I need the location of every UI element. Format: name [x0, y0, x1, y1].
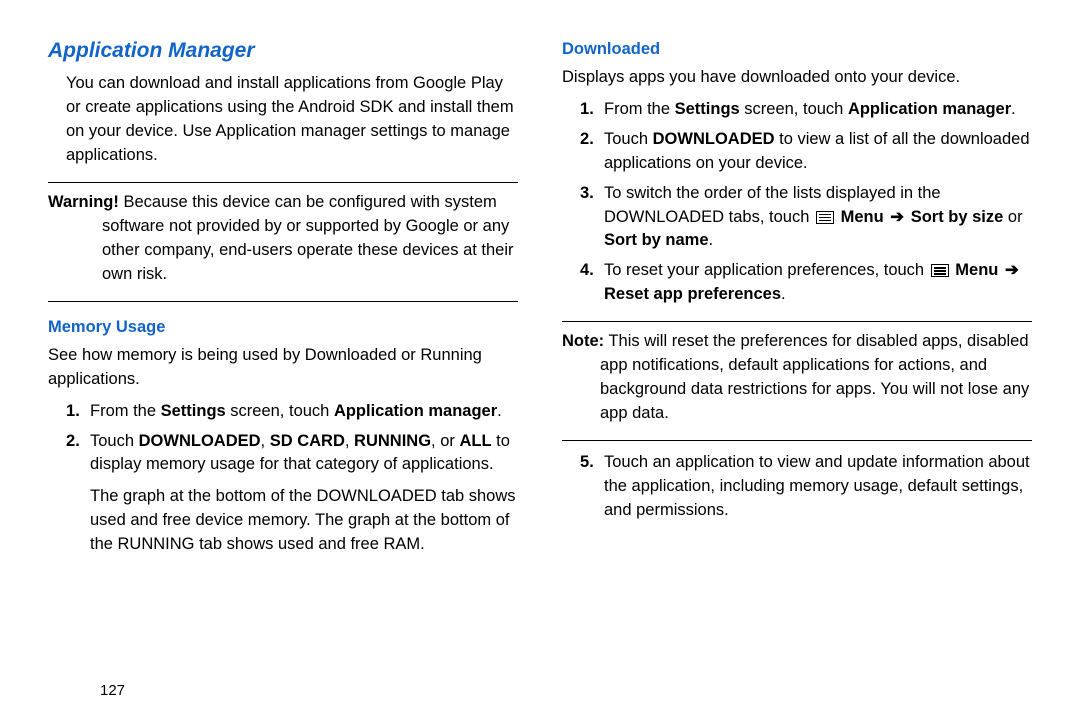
- step-item: Touch DOWNLOADED to view a list of all t…: [562, 128, 1032, 176]
- text: ,: [345, 432, 354, 450]
- text: Touch: [90, 432, 139, 450]
- bold-text: Menu: [841, 208, 884, 226]
- text: screen, touch: [226, 402, 334, 420]
- menu-icon: [931, 264, 949, 277]
- subheading-downloaded: Downloaded: [562, 38, 1032, 62]
- left-column: Application Manager You can download and…: [48, 36, 518, 702]
- downloaded-intro: Displays apps you have downloaded onto y…: [562, 66, 1032, 90]
- text: .: [497, 402, 502, 420]
- divider: [48, 301, 518, 302]
- step-item: Touch an application to view and update …: [562, 451, 1032, 523]
- bold-text: ALL: [459, 432, 491, 450]
- arrow-icon: ➔: [1003, 261, 1021, 279]
- bold-text: Settings: [675, 100, 740, 118]
- text: ,: [261, 432, 270, 450]
- bold-text: DOWNLOADED: [139, 432, 261, 450]
- step-extra-paragraph: The graph at the bottom of the DOWNLOADE…: [48, 485, 518, 557]
- text: .: [1011, 100, 1016, 118]
- downloaded-steps: From the Settings screen, touch Applicat…: [562, 98, 1032, 313]
- step-item: Touch DOWNLOADED, SD CARD, RUNNING, or A…: [48, 430, 518, 478]
- text: screen, touch: [740, 100, 848, 118]
- bold-text: DOWNLOADED: [653, 130, 775, 148]
- text: From the: [90, 402, 161, 420]
- step-item: From the Settings screen, touch Applicat…: [48, 400, 518, 424]
- bold-text: Application manager: [848, 100, 1011, 118]
- text: To reset your application preferences, t…: [604, 261, 929, 279]
- divider: [562, 440, 1032, 441]
- divider: [562, 321, 1032, 322]
- warning-block: Warning! Because this device can be conf…: [48, 191, 518, 287]
- step-item: From the Settings screen, touch Applicat…: [562, 98, 1032, 122]
- bold-text: Settings: [161, 402, 226, 420]
- intro-paragraph: You can download and install application…: [48, 72, 518, 168]
- bold-text: Sort by size: [911, 208, 1004, 226]
- note-block: Note: This will reset the preferences fo…: [562, 330, 1032, 426]
- manual-page: Application Manager You can download and…: [0, 0, 1080, 720]
- bold-text: RUNNING: [354, 432, 431, 450]
- arrow-icon: ➔: [888, 208, 906, 226]
- text: .: [781, 285, 786, 303]
- text: From the: [604, 100, 675, 118]
- step-item: To switch the order of the lists display…: [562, 182, 1032, 254]
- downloaded-steps-continued: Touch an application to view and update …: [562, 451, 1032, 529]
- bold-text: Reset app preferences: [604, 285, 781, 303]
- page-number: 127: [48, 670, 518, 702]
- note-label: Note:: [562, 332, 604, 350]
- memory-intro: See how memory is being used by Download…: [48, 344, 518, 392]
- text: , or: [431, 432, 459, 450]
- text: Touch: [604, 130, 653, 148]
- memory-steps: From the Settings screen, touch Applicat…: [48, 400, 518, 484]
- warning-text: Because this device can be configured wi…: [102, 193, 514, 283]
- right-column: Downloaded Displays apps you have downlo…: [562, 36, 1032, 702]
- text: .: [709, 231, 714, 249]
- note-text: This will reset the preferences for disa…: [600, 332, 1029, 422]
- text: Touch an application to view and update …: [604, 453, 1030, 519]
- step-item: To reset your application preferences, t…: [562, 259, 1032, 307]
- bold-text: SD CARD: [270, 432, 345, 450]
- warning-label: Warning!: [48, 193, 119, 211]
- text: or: [1003, 208, 1022, 226]
- subheading-memory-usage: Memory Usage: [48, 316, 518, 340]
- divider: [48, 182, 518, 183]
- menu-icon: [816, 211, 834, 224]
- bold-text: Menu: [955, 261, 998, 279]
- bold-text: Sort by name: [604, 231, 709, 249]
- section-title-application-manager: Application Manager: [48, 36, 518, 66]
- bold-text: Application manager: [334, 402, 497, 420]
